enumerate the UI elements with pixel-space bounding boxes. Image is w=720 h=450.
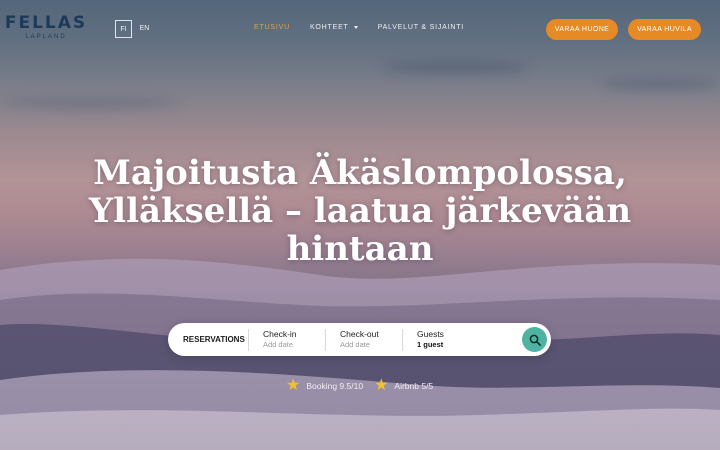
- book-villa-button[interactable]: VARAA HUVILA: [628, 19, 701, 40]
- main-nav: ETUSIVU KOHTEET PALVELUT & SIJAINTI: [254, 24, 464, 31]
- booking-rating-text: Booking 9.5/10: [306, 381, 364, 391]
- site-header: FELLAS LAPLAND FI EN ETUSIVU KOHTEET PAL…: [0, 0, 720, 58]
- logo-wordmark: FELLAS: [4, 13, 88, 33]
- checkout-label: Check-out: [340, 329, 379, 339]
- nav-home[interactable]: ETUSIVU: [254, 24, 290, 31]
- nav-rooms-label: KOHTEET: [309, 24, 349, 31]
- airbnb-rating-text: Airbnb 5/5: [394, 381, 434, 391]
- book-room-button[interactable]: VARAA HUONE: [546, 19, 618, 40]
- booking-rating: ★ Booking 9.5/10: [286, 378, 363, 394]
- airbnb-rating: ★ Airbnb 5/5: [374, 378, 433, 394]
- nav-services[interactable]: PALVELUT & SIJAINTI: [378, 24, 464, 31]
- star-icon: ★: [374, 377, 389, 394]
- guests-field[interactable]: Guests 1 guest: [402, 328, 512, 351]
- checkout-field[interactable]: Check-out Add date: [325, 328, 402, 351]
- guests-value: 1 guest: [417, 340, 444, 349]
- checkin-label: Check-in: [263, 329, 297, 339]
- ratings-row: ★ Booking 9.5/10 ★ Airbnb 5/5: [286, 378, 433, 394]
- search-icon: [529, 334, 541, 346]
- checkin-value: Add date: [263, 340, 294, 349]
- reservation-title: RESERVATIONS: [183, 335, 245, 344]
- hero-title: Majoitusta Äkäslompolossa, Ylläksellä – …: [88, 153, 632, 269]
- checkout-value: Add date: [340, 340, 371, 349]
- brand-logo[interactable]: FELLAS LAPLAND: [4, 14, 88, 40]
- reservation-bar: RESERVATIONS Check-in Add date Check-out…: [168, 323, 551, 356]
- logo-subtitle: LAPLAND: [25, 34, 67, 40]
- guests-label: Guests: [417, 329, 444, 339]
- checkin-field[interactable]: Check-in Add date: [248, 328, 325, 351]
- lang-en-button[interactable]: EN: [136, 20, 153, 38]
- star-icon: ★: [286, 377, 301, 394]
- nav-rooms[interactable]: KOHTEET: [310, 24, 358, 31]
- chevron-down-icon: [353, 26, 358, 29]
- search-button[interactable]: [522, 327, 547, 352]
- language-switcher: FI EN: [115, 20, 153, 38]
- lang-fi-button[interactable]: FI: [115, 20, 132, 38]
